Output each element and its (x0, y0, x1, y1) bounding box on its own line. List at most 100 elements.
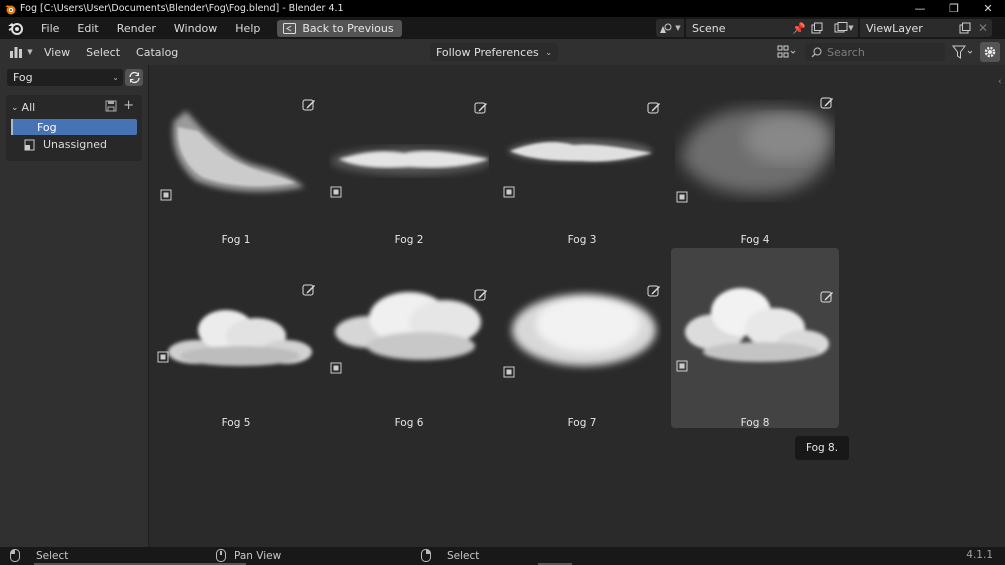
asset-tile-fog-4[interactable]: Fog 4 (671, 65, 839, 246)
chevron-left-icon[interactable]: ‹ (998, 77, 1002, 87)
asset-label: Fog 1 (221, 234, 251, 246)
select-asset-icon[interactable] (157, 351, 169, 363)
editor-type-button[interactable]: ▼ (6, 42, 36, 62)
import-method-value: Follow Preferences (436, 45, 539, 59)
filter-icon (952, 45, 973, 59)
asset-preview-fog-2 (331, 147, 489, 175)
asset-tile-fog-7[interactable]: Fog 7 (498, 248, 666, 429)
window-title: Fog [C:\Users\User\Documents\Blender\Fog… (20, 3, 344, 14)
edit-asset-icon[interactable] (820, 290, 834, 304)
back-to-previous-label: Back to Previous (302, 21, 394, 35)
import-method-dropdown[interactable]: Follow Preferences ⌄ (430, 43, 558, 61)
select-asset-icon[interactable] (330, 362, 342, 374)
search-placeholder: Search (827, 45, 865, 59)
asset-label: Fog 6 (394, 417, 424, 429)
back-to-previous-button[interactable]: Back to Previous (277, 19, 402, 37)
menu-help[interactable]: Help (226, 22, 269, 35)
status-left-click: Select (10, 549, 68, 562)
refresh-library-button[interactable] (125, 69, 143, 86)
catalog-item-all[interactable]: ⌄ All (11, 101, 35, 114)
blender-version: 4.1.1 (966, 549, 993, 561)
close-icon[interactable]: ✕ (971, 0, 1005, 17)
menu-window[interactable]: Window (165, 22, 226, 35)
asset-library-dropdown[interactable]: Fog ⌄ (7, 69, 123, 86)
edit-asset-icon[interactable] (302, 283, 316, 297)
status-middle-label: Pan View (234, 549, 282, 562)
vertical-scrollbar[interactable]: ‹ (996, 65, 1005, 547)
select-asset-icon[interactable] (160, 189, 172, 201)
add-catalog-icon[interactable]: + (123, 99, 134, 112)
asset-tile-fog-5[interactable]: Fog 5 (152, 248, 320, 429)
select-asset-icon[interactable] (330, 186, 342, 198)
duplicate-icon (811, 22, 823, 34)
catalog-item-all-label: All (21, 101, 36, 114)
edit-asset-icon[interactable] (302, 98, 316, 112)
menu-file[interactable]: File (32, 22, 68, 35)
edit-asset-icon[interactable] (820, 96, 834, 110)
render-layers-icon (834, 22, 848, 33)
select-asset-icon[interactable] (676, 360, 688, 372)
new-scene-button[interactable] (808, 19, 826, 37)
asset-label: Fog 3 (567, 234, 597, 246)
chevron-down-icon: ⌄ (11, 102, 19, 113)
chevron-down-icon: ▼ (848, 24, 854, 32)
grid-view-icon (777, 45, 796, 58)
menu-render[interactable]: Render (108, 22, 165, 35)
asset-preview-fog-3 (508, 139, 652, 163)
edit-asset-icon[interactable] (474, 101, 488, 115)
menu-edit[interactable]: Edit (68, 22, 107, 35)
select-asset-icon[interactable] (503, 366, 515, 378)
save-catalogs-icon[interactable] (105, 100, 117, 112)
asset-tile-fog-8[interactable]: Fog 8 (671, 248, 839, 429)
pin-icon[interactable]: 📌 (790, 19, 808, 37)
menu-catalog[interactable]: Catalog (128, 46, 186, 59)
scene-browse-button[interactable]: ▼ (656, 19, 684, 37)
minimize-icon[interactable]: — (903, 0, 937, 17)
asset-preview-fog-8 (685, 288, 829, 362)
select-asset-icon[interactable] (676, 191, 688, 203)
filter-button[interactable] (950, 43, 976, 61)
menu-select[interactable]: Select (78, 46, 128, 59)
gear-icon (984, 46, 996, 58)
scene-icon (660, 23, 672, 33)
asset-tile-fog-3[interactable]: Fog 3 (498, 65, 666, 246)
asset-tile-fog-6[interactable]: Fog 6 (325, 248, 493, 429)
search-input[interactable]: Search (805, 43, 945, 61)
asset-browser-icon (10, 47, 23, 58)
asset-tile-fog-2[interactable]: Fog 2 (325, 65, 493, 246)
status-right-click: Select (421, 549, 479, 562)
display-settings-button[interactable] (774, 43, 800, 61)
delete-view-layer-button[interactable]: ✕ (974, 19, 992, 37)
edit-asset-icon[interactable] (474, 288, 488, 302)
view-layer-selector: ▼ ViewLayer ✕ (830, 19, 992, 37)
scene-selector: ▼ Scene 📌 ✕ (656, 19, 844, 37)
catalog-item-fog[interactable]: Fog (11, 119, 137, 135)
asset-label: Fog 8 (740, 417, 770, 429)
blender-logo-icon[interactable] (6, 19, 24, 37)
status-bar: Select Pan View Select 4.1.1 (0, 547, 1005, 565)
status-left-label: Select (36, 549, 69, 562)
mouse-left-icon (10, 549, 20, 562)
asset-grid: Fog 1 Fog 2 Fog 3 Fog 4 Fog 5 Fog 6 Fog … (149, 65, 996, 547)
catalog-item-unassigned[interactable]: Unassigned (24, 138, 107, 151)
tree-line (11, 119, 13, 135)
edit-asset-icon[interactable] (647, 101, 661, 115)
scene-name-field[interactable]: Scene (686, 19, 790, 37)
select-asset-icon[interactable] (503, 186, 515, 198)
view-layer-browse-button[interactable]: ▼ (830, 19, 858, 37)
view-layer-name-field[interactable]: ViewLayer (860, 19, 956, 37)
asset-library-value: Fog (13, 71, 33, 84)
duplicate-icon (959, 22, 971, 34)
search-icon (811, 46, 822, 57)
menu-view[interactable]: View (36, 46, 78, 59)
asset-preview-fog-5 (168, 310, 312, 366)
unassigned-catalog-icon (24, 139, 35, 150)
top-menubar: File Edit Render Window Help Back to Pre… (0, 17, 1005, 39)
restore-icon[interactable]: ❐ (937, 0, 971, 17)
screen-back-icon (283, 22, 297, 34)
asset-label: Fog 2 (394, 234, 424, 246)
edit-asset-icon[interactable] (647, 284, 661, 298)
new-view-layer-button[interactable] (956, 19, 974, 37)
preferences-button[interactable] (980, 42, 1000, 62)
asset-tile-fog-1[interactable]: Fog 1 (152, 65, 320, 246)
